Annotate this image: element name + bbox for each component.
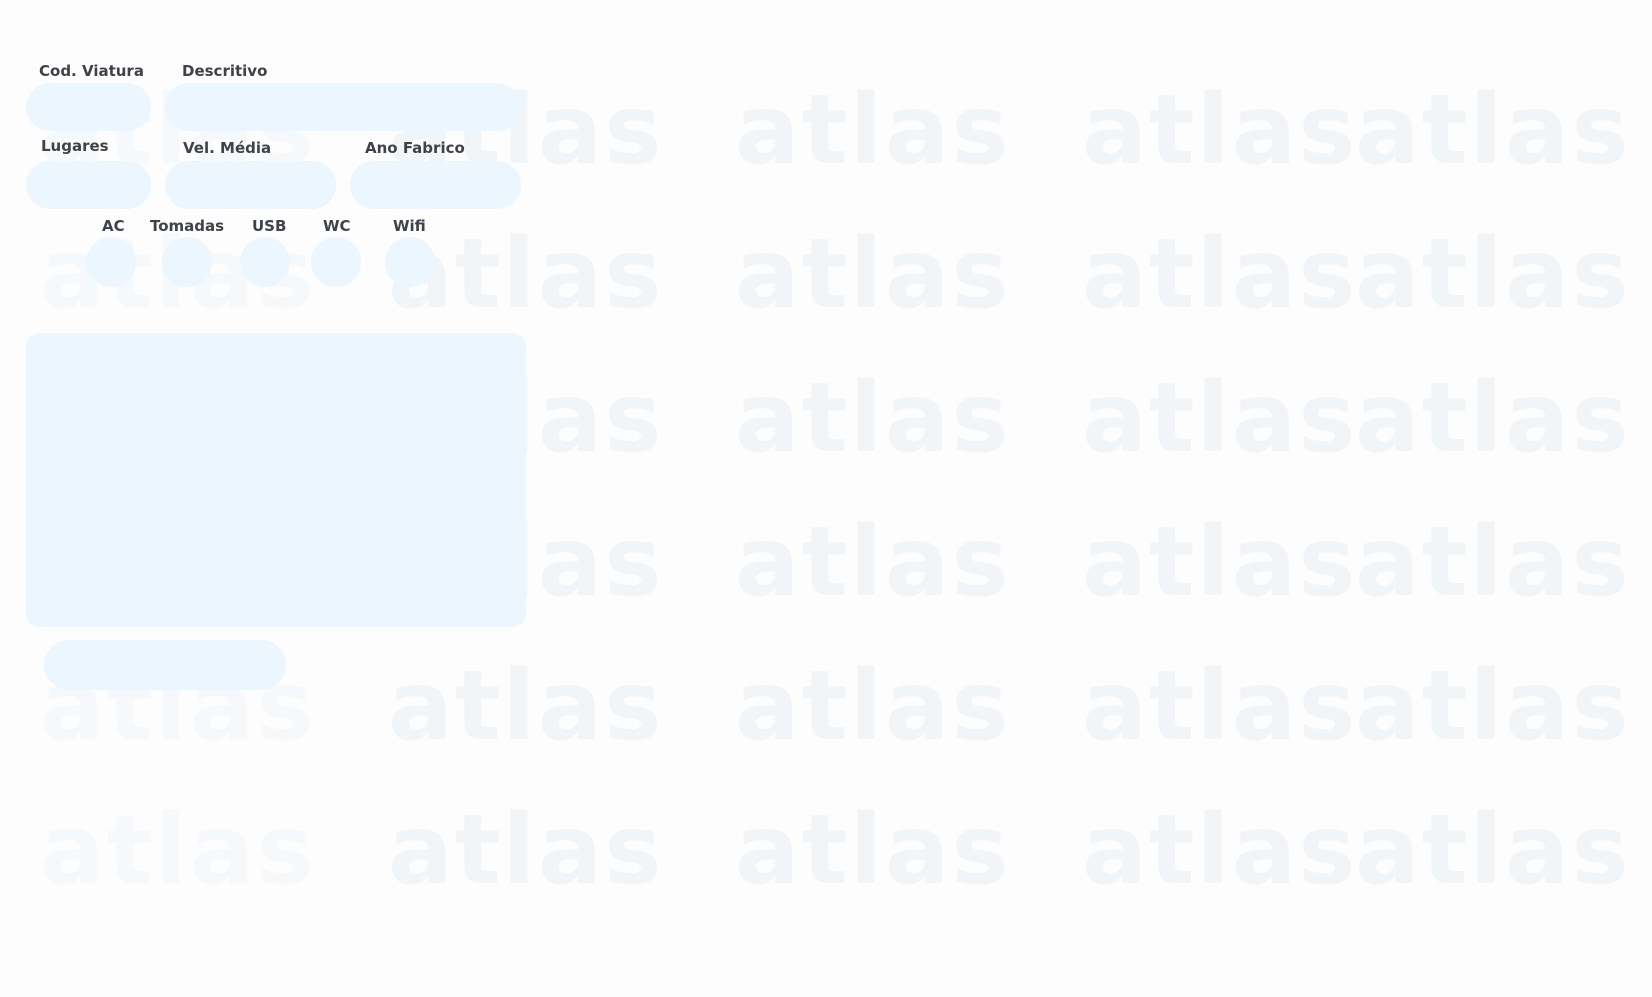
wifi-toggle[interactable]: [385, 237, 435, 287]
watermark-text: atlas: [735, 362, 1011, 474]
watermark-text: atlas: [1355, 74, 1631, 186]
ano-fabrico-label: Ano Fabrico: [365, 139, 465, 157]
usb-toggle[interactable]: [240, 237, 290, 287]
lugares-label: Lugares: [41, 137, 109, 155]
watermark-text: atlas: [735, 650, 1011, 762]
vel-media-input[interactable]: [165, 161, 336, 209]
tomadas-label: Tomadas: [150, 217, 225, 235]
notes-textarea[interactable]: [26, 333, 526, 627]
watermark-text: atlas: [1355, 362, 1631, 474]
vel-media-label: Vel. Média: [183, 139, 272, 157]
watermark-text: atlas: [1355, 218, 1631, 330]
watermark-text: atlas: [1355, 794, 1631, 906]
ac-label: AC: [102, 217, 125, 235]
watermark-text: atlas: [735, 74, 1011, 186]
watermark-text: atlas: [388, 650, 664, 762]
watermark-text: atlas: [1082, 650, 1358, 762]
wc-toggle[interactable]: [311, 237, 361, 287]
watermark-text: atlas: [1082, 362, 1358, 474]
watermark-text: atlas: [1082, 794, 1358, 906]
watermark-text: atlas: [735, 506, 1011, 618]
descritivo-label: Descritivo: [182, 62, 268, 80]
watermark-text: atlas: [735, 218, 1011, 330]
cod-viatura-input[interactable]: [26, 83, 151, 131]
watermark-text: atlas: [1082, 74, 1358, 186]
lugares-input[interactable]: [26, 161, 151, 209]
ano-fabrico-input[interactable]: [350, 161, 521, 209]
watermark-text: atlas: [735, 794, 1011, 906]
watermark-text: atlas: [1082, 506, 1358, 618]
wifi-label: Wifi: [393, 217, 426, 235]
wc-label: WC: [323, 217, 351, 235]
watermark-text: atlas: [1082, 218, 1358, 330]
watermark-text: atlas: [40, 794, 316, 906]
usb-label: USB: [252, 217, 287, 235]
watermark-text: atlas: [388, 794, 664, 906]
watermark-text: atlas: [1355, 506, 1631, 618]
descritivo-input[interactable]: [165, 83, 521, 131]
cod-viatura-label: Cod. Viatura: [39, 62, 144, 80]
submit-button[interactable]: [44, 640, 286, 690]
tomadas-toggle[interactable]: [162, 237, 212, 287]
watermark-text: atlas: [1355, 650, 1631, 762]
ac-toggle[interactable]: [86, 237, 136, 287]
